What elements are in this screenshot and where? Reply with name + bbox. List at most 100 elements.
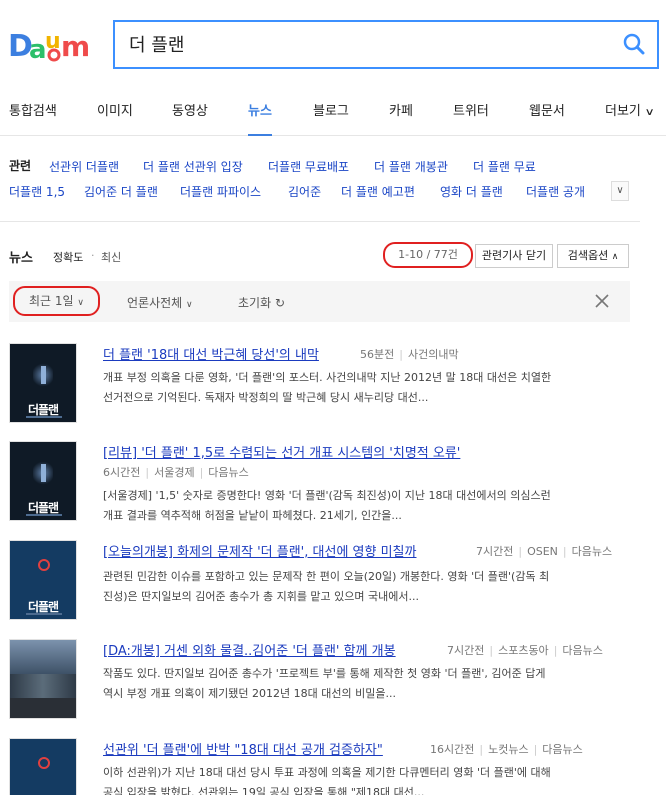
article-title[interactable]: [DA:개봉] 거센 외화 물결..김어준 '더 플랜' 함께 개봉 — [103, 640, 396, 659]
news-toolbar: 뉴스 정확도 · 최신 1-10 / 77건 관련기사 닫기 검색옵션 ∧ — [0, 238, 640, 274]
news-label: 뉴스 — [9, 251, 33, 266]
article-desc-line: 역시 부정 개표 의혹이 제기됐던 2012년 18대 대선의 비밀을... — [103, 687, 396, 700]
article-meta: 7시간전 | 스포츠동아 | 다음뉴스 — [447, 642, 603, 658]
daum-logo[interactable]: D a u m — [8, 28, 96, 62]
related-link[interactable]: 더 플랜 예고편 — [341, 183, 415, 200]
sort-latest[interactable]: 최신 — [101, 249, 121, 265]
article-desc: [서울경제] '1,5' 숫자로 증명한다! 영화 '더 플랜'(감독 최진성)… — [103, 486, 631, 526]
article-desc-line: [서울경제] '1,5' 숫자로 증명한다! 영화 '더 플랜'(감독 최진성)… — [103, 489, 551, 502]
article-time: 56분전 — [360, 348, 395, 361]
article-thumbnail[interactable] — [9, 639, 77, 719]
poster-subtitle-bar — [26, 514, 62, 516]
meta-separator: | — [553, 644, 558, 657]
related-link[interactable]: 더 플랜 무료 — [473, 158, 536, 175]
result-count: 1-10 / 77건 — [383, 242, 473, 268]
meta-separator: | — [518, 545, 523, 558]
article-time: 7시간전 — [476, 545, 514, 558]
article-thumbnail[interactable]: 더플랜 — [9, 540, 77, 620]
article-source[interactable]: 스포츠동아 — [498, 644, 549, 657]
daum-news-link[interactable]: 다음뉴스 — [562, 644, 602, 657]
article-source[interactable]: 노컷뉴스 — [488, 743, 528, 756]
tab-blog[interactable]: 블로그 — [313, 90, 349, 136]
daum-news-link[interactable]: 다음뉴스 — [572, 545, 612, 558]
search-box — [113, 20, 659, 69]
period-filter[interactable]: 최근 1일 ∨ — [13, 286, 100, 316]
daum-news-link[interactable]: 다음뉴스 — [208, 466, 248, 479]
article-source[interactable]: 사건의내막 — [408, 348, 459, 361]
poster-emblem — [38, 559, 50, 571]
article-thumbnail[interactable]: 더플랜 — [9, 343, 77, 423]
search-options-button[interactable]: 검색옵션 ∧ — [557, 244, 629, 268]
related-link[interactable]: 김어준 — [288, 183, 321, 200]
related-link[interactable]: 더 플랜 선관위 입장 — [143, 158, 243, 175]
related-link[interactable]: 더플랜 파파이스 — [180, 183, 261, 200]
news-item: 더플랜 [오늘의개봉] 화제의 문제작 '더 플랜', 대선에 영향 미칠까 7… — [0, 540, 640, 630]
press-filter[interactable]: 언론사전체 ∨ — [127, 294, 193, 311]
article-source[interactable]: OSEN — [527, 545, 558, 558]
meta-separator: | — [199, 466, 204, 479]
tab-more-label: 더보기 — [605, 104, 641, 119]
related-link[interactable]: 더 플랜 개봉관 — [374, 158, 448, 175]
article-desc: 작품도 있다. 딴지일보 김어준 총수가 '프로젝트 부'를 통해 제작한 첫 … — [103, 664, 631, 704]
meta-separator: | — [145, 466, 150, 479]
related-link[interactable]: 더플랜 공개 — [526, 183, 585, 200]
chevron-down-icon[interactable]: ∨ — [611, 181, 629, 201]
article-desc-line: 이하 선관위)가 지난 18대 대선 당시 투표 과정에 의혹을 제기한 다큐멘… — [103, 766, 551, 779]
poster-figure — [41, 366, 46, 384]
article-source[interactable]: 서울경제 — [154, 466, 194, 479]
related-link[interactable]: 더플랜 무료배포 — [268, 158, 349, 175]
article-title[interactable]: [리뷰] '더 플랜' 1,5로 수렴되는 선거 개표 시스템의 '치명적 오류… — [103, 442, 460, 461]
news-item: 더플랜 더 플랜 '18대 대선 박근혜 당선'의 내막 56분전 | 사건의내막 … — [0, 343, 640, 433]
svg-text:m: m — [61, 30, 90, 62]
meta-separator: | — [533, 743, 538, 756]
close-icon[interactable] — [594, 293, 610, 309]
sort-accuracy[interactable]: 정확도 — [53, 249, 83, 265]
article-meta: 7시간전 | OSEN | 다음뉴스 — [476, 543, 612, 559]
article-desc: 개표 부정 의혹을 다룬 영화, '더 플랜'의 포스터. 사건의내막 지난 2… — [103, 368, 631, 408]
related-link[interactable]: 김어준 더 플랜 — [84, 183, 158, 200]
meta-separator: | — [489, 644, 494, 657]
chevron-down-icon: ∨ — [186, 300, 193, 310]
article-desc-line: 개표 부정 의혹을 다룬 영화, '더 플랜'의 포스터. 사건의내막 지난 2… — [103, 371, 552, 384]
article-thumbnail[interactable]: 더플랜 — [9, 738, 77, 795]
tab-twitter[interactable]: 트위터 — [453, 90, 489, 136]
daum-news-link[interactable]: 다음뉴스 — [542, 743, 582, 756]
article-desc-line: 관련된 민감한 이슈를 포함하고 있는 문제작 한 편이 오늘(20일) 개봉한… — [103, 570, 550, 583]
svg-text:a: a — [29, 35, 47, 62]
chevron-down-icon: ∨ — [644, 107, 655, 118]
search-input[interactable] — [129, 32, 609, 56]
article-title[interactable]: 선관위 '더 플랜'에 반박 "18대 대선 공개 검증하자" — [103, 739, 383, 758]
article-title[interactable]: 더 플랜 '18대 대선 박근혜 당선'의 내막 — [103, 344, 319, 363]
search-tabs: 통합검색 이미지 동영상 뉴스 블로그 카페 트위터 웹문서 더보기 ∨ — [0, 90, 666, 136]
related-link[interactable]: 선관위 더플랜 — [49, 158, 119, 175]
close-related-button[interactable]: 관련기사 닫기 — [475, 244, 553, 268]
related-link[interactable]: 더플랜 1,5 — [9, 183, 65, 200]
news-item: 더플랜 선관위 '더 플랜'에 반박 "18대 대선 공개 검증하자" 16시간… — [0, 738, 640, 795]
reset-button[interactable]: 초기화 ↻ — [238, 294, 285, 311]
news-item: 더플랜 [리뷰] '더 플랜' 1,5로 수렴되는 선거 개표 시스템의 '치명… — [0, 441, 640, 531]
tab-more[interactable]: 더보기 ∨ — [605, 90, 655, 136]
period-filter-label: 최근 1일 — [29, 294, 74, 308]
tab-image[interactable]: 이미지 — [97, 90, 133, 136]
article-desc-line: 개표 결과를 역추적해 허점을 낱낱이 파헤쳤다. 21세기, 인간을... — [103, 509, 402, 522]
article-desc-line: 진성)은 딴지일보의 김어준 총수가 총 지휘를 맡고 있으며 국내에서... — [103, 590, 419, 603]
tab-news[interactable]: 뉴스 — [248, 90, 272, 136]
article-time: 6시간전 — [103, 466, 141, 479]
poster-sky — [10, 640, 76, 676]
meta-separator: | — [399, 348, 403, 361]
poster-subtitle-bar — [26, 416, 62, 418]
article-thumbnail[interactable]: 더플랜 — [9, 441, 77, 521]
poster-subtitle-bar — [26, 613, 62, 615]
chevron-down-icon: ∨ — [77, 298, 84, 308]
header: D a u m — [0, 0, 666, 90]
tab-video[interactable]: 동영상 — [172, 90, 208, 136]
search-icon[interactable] — [621, 31, 647, 57]
news-item: [DA:개봉] 거센 외화 물결..김어준 '더 플랜' 함께 개봉 7시간전 |… — [0, 639, 640, 729]
press-filter-label: 언론사전체 — [127, 296, 183, 310]
tab-cafe[interactable]: 카페 — [389, 90, 413, 136]
article-title[interactable]: [오늘의개봉] 화제의 문제작 '더 플랜', 대선에 영향 미칠까 — [103, 541, 416, 560]
related-link[interactable]: 영화 더 플랜 — [440, 183, 503, 200]
tab-web[interactable]: 웹문서 — [529, 90, 565, 136]
tab-total[interactable]: 통합검색 — [9, 90, 57, 136]
article-desc: 관련된 민감한 이슈를 포함하고 있는 문제작 한 편이 오늘(20일) 개봉한… — [103, 567, 631, 607]
